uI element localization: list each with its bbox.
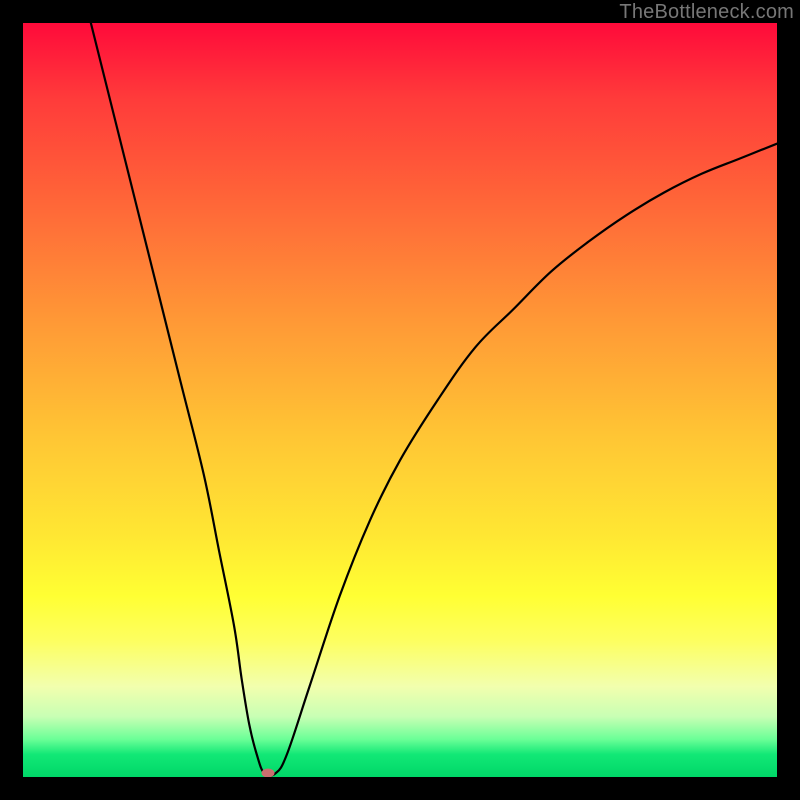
plot-area: [23, 23, 777, 777]
watermark-text: TheBottleneck.com: [619, 1, 794, 24]
optimal-point-marker: [262, 769, 275, 777]
bottleneck-curve: [23, 23, 777, 777]
